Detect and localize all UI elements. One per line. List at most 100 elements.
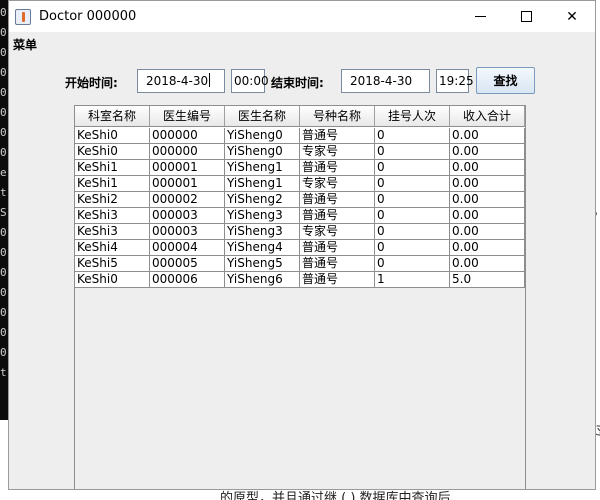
column-header[interactable]: 号种名称 (300, 106, 375, 126)
table-cell[interactable]: 普通号 (300, 240, 375, 255)
table-row[interactable]: KeShi5 000005 YiSheng5 普通号 0 0.00 (75, 256, 525, 272)
table-cell[interactable]: 000006 (150, 272, 225, 287)
window-title: Doctor 000000 (39, 9, 137, 24)
background-terminal-glyph: 0 (0, 246, 7, 259)
table-cell[interactable]: KeShi0 (75, 272, 150, 287)
table-cell[interactable]: KeShi1 (75, 176, 150, 191)
table-cell[interactable]: YiSheng0 (225, 144, 300, 159)
table-cell[interactable]: 000005 (150, 256, 225, 271)
start-time-field[interactable]: 00:00 (231, 69, 269, 93)
table-cell[interactable]: 0.00 (450, 144, 525, 159)
table-cell[interactable]: 普通号 (300, 208, 375, 223)
table-cell[interactable]: 专家号 (300, 144, 375, 159)
table-cell[interactable]: YiSheng0 (225, 128, 300, 143)
table-cell[interactable]: YiSheng6 (225, 272, 300, 287)
background-terminal-glyph: 0 (0, 6, 7, 19)
menu-main[interactable]: 菜单 (13, 36, 37, 53)
table-cell[interactable]: KeShi3 (75, 208, 150, 223)
table-cell[interactable]: 000000 (150, 128, 225, 143)
background-terminal-glyph: 0 (0, 306, 7, 319)
table-row[interactable]: KeShi3 000003 YiSheng3 专家号 0 0.00 (75, 224, 525, 240)
table-cell[interactable]: KeShi4 (75, 240, 150, 255)
table-row[interactable]: KeShi0 000006 YiSheng6 普通号 1 5.0 (75, 272, 525, 288)
background-terminal-glyph: t (0, 186, 7, 199)
column-header[interactable]: 科室名称 (75, 106, 150, 126)
maximize-button[interactable] (503, 1, 549, 32)
minimize-icon (474, 16, 486, 17)
table-cell[interactable]: 0 (375, 144, 450, 159)
table-cell[interactable]: KeShi5 (75, 256, 150, 271)
table-cell[interactable]: 0 (375, 224, 450, 239)
table-cell[interactable]: 000003 (150, 224, 225, 239)
minimize-button[interactable] (457, 1, 503, 32)
table-cell[interactable]: 普通号 (300, 256, 375, 271)
table-cell[interactable]: 普通号 (300, 128, 375, 143)
table-cell[interactable]: KeShi1 (75, 160, 150, 175)
table-cell[interactable]: YiSheng1 (225, 176, 300, 191)
table-cell[interactable]: 0 (375, 176, 450, 191)
table-cell[interactable]: KeShi3 (75, 224, 150, 239)
table-row[interactable]: KeShi1 000001 YiSheng1 专家号 0 0.00 (75, 176, 525, 192)
table-row[interactable]: KeShi1 000001 YiSheng1 普通号 0 0.00 (75, 160, 525, 176)
table-cell[interactable]: 0.00 (450, 224, 525, 239)
column-header[interactable]: 收入合计 (450, 106, 525, 126)
table-empty-area (75, 288, 525, 489)
table-cell[interactable]: 0.00 (450, 128, 525, 143)
table-cell[interactable]: 0.00 (450, 240, 525, 255)
start-date-field[interactable]: 2018-4-30 (137, 69, 225, 93)
end-date-field[interactable]: 2018-4-30 (341, 69, 430, 93)
table-cell[interactable]: YiSheng2 (225, 192, 300, 207)
table-cell[interactable]: YiSheng3 (225, 208, 300, 223)
table-cell[interactable]: 000003 (150, 208, 225, 223)
table-row[interactable]: KeShi0 000000 YiSheng0 专家号 0 0.00 (75, 144, 525, 160)
table-cell[interactable]: 0.00 (450, 192, 525, 207)
table-cell[interactable]: 000001 (150, 176, 225, 191)
search-button[interactable]: 查找 (476, 67, 535, 94)
table-cell[interactable]: 000001 (150, 160, 225, 175)
table-cell[interactable]: 0 (375, 192, 450, 207)
table-cell[interactable]: 专家号 (300, 176, 375, 191)
table-cell[interactable]: KeShi0 (75, 144, 150, 159)
table-cell[interactable]: 0.00 (450, 160, 525, 175)
table-cell[interactable]: 专家号 (300, 224, 375, 239)
close-button[interactable]: ✕ (549, 1, 595, 32)
table-cell[interactable]: 0 (375, 240, 450, 255)
table-body: KeShi0 000000 YiSheng0 普通号 0 0.00 KeShi0 000000… (75, 128, 525, 288)
table-cell[interactable]: 0.00 (450, 208, 525, 223)
background-terminal-glyph: t (0, 366, 7, 379)
table-row[interactable]: KeShi0 000000 YiSheng0 普通号 0 0.00 (75, 128, 525, 144)
table-cell[interactable]: 000000 (150, 144, 225, 159)
table-cell[interactable]: 0 (375, 160, 450, 175)
title-bar[interactable]: Doctor 000000 ✕ (9, 1, 595, 32)
table-cell[interactable]: 0 (375, 128, 450, 143)
table-cell[interactable]: 000004 (150, 240, 225, 255)
table-cell[interactable]: 普通号 (300, 272, 375, 287)
table-cell[interactable]: YiSheng4 (225, 240, 300, 255)
table-cell[interactable]: 1 (375, 272, 450, 287)
table-cell[interactable]: KeShi2 (75, 192, 150, 207)
table-cell[interactable]: YiSheng5 (225, 256, 300, 271)
registration-table: 科室名称 医生编号 医生名称 号种名称 挂号人次 收入合计 KeShi0 000000 YiS… (74, 105, 526, 489)
table-cell[interactable]: 0 (375, 208, 450, 223)
table-row[interactable]: KeShi3 000003 YiSheng3 普通号 0 0.00 (75, 208, 525, 224)
end-time-label: 结束时间: (271, 76, 324, 90)
table-cell[interactable]: YiSheng1 (225, 160, 300, 175)
table-cell[interactable]: 0 (375, 256, 450, 271)
table-row[interactable]: KeShi4 000004 YiSheng4 普通号 0 0.00 (75, 240, 525, 256)
background-terminal-glyph: S (0, 206, 7, 219)
table-row[interactable]: KeShi2 000002 YiSheng2 普通号 0 0.00 (75, 192, 525, 208)
background-terminal-glyph: 0 (0, 346, 7, 359)
table-cell[interactable]: 0.00 (450, 256, 525, 271)
column-header[interactable]: 医生编号 (150, 106, 225, 126)
table-cell[interactable]: 0.00 (450, 176, 525, 191)
table-cell[interactable]: 000002 (150, 192, 225, 207)
table-cell[interactable]: YiSheng3 (225, 224, 300, 239)
table-cell[interactable]: 普通号 (300, 192, 375, 207)
table-cell[interactable]: KeShi0 (75, 128, 150, 143)
table-cell[interactable]: 5.0 (450, 272, 525, 287)
table-cell[interactable]: 普通号 (300, 160, 375, 175)
column-header[interactable]: 挂号人次 (375, 106, 450, 126)
end-time-field[interactable]: 19:25 (436, 69, 474, 93)
column-header[interactable]: 医生名称 (225, 106, 300, 126)
background-terminal-glyph: 0 (0, 26, 7, 39)
